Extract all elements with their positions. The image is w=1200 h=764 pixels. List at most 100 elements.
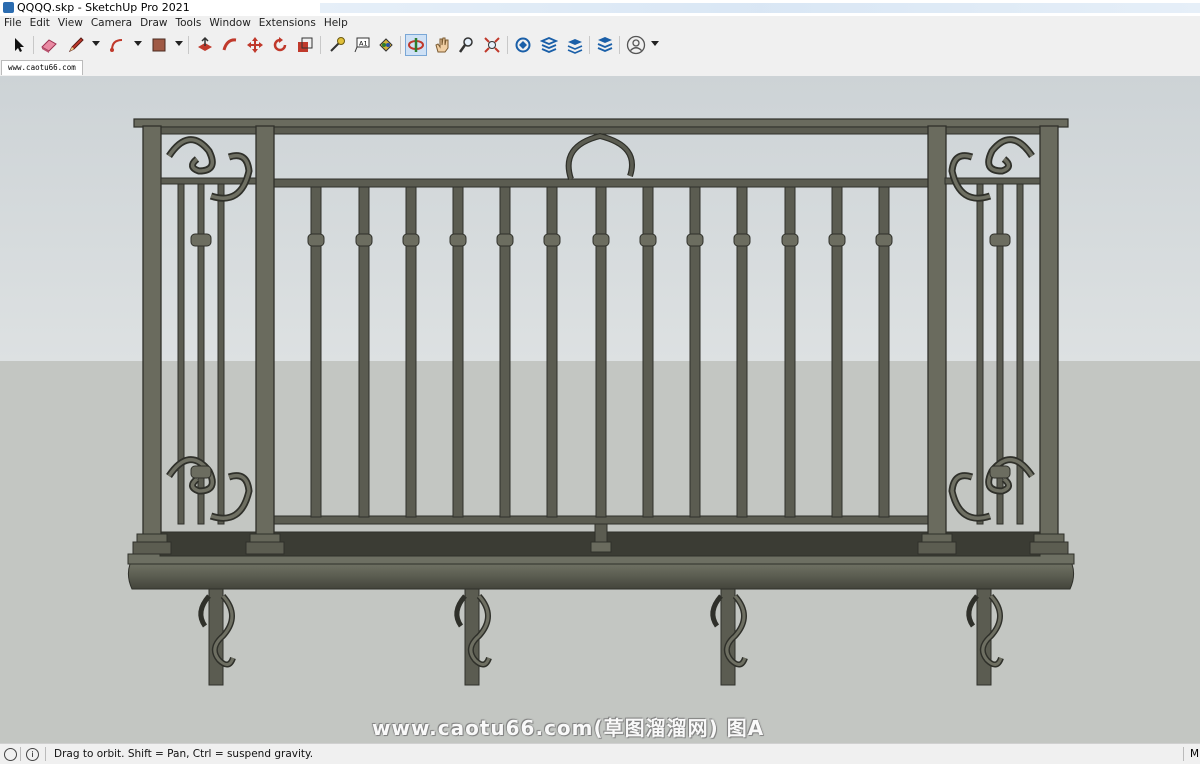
- layout-button[interactable]: [564, 34, 586, 56]
- rectangle-icon: [152, 38, 166, 52]
- balcony-railing-model: [0, 76, 1200, 743]
- extension-manager-button[interactable]: [594, 34, 616, 56]
- baluster-knuckle-4: [449, 233, 467, 247]
- orbit-tool[interactable]: [405, 34, 427, 56]
- baluster-knuckle-12: [828, 233, 846, 247]
- right-outer-post: [1039, 125, 1059, 537]
- left-outer-post-plinth: [132, 541, 172, 555]
- zoom-tool[interactable]: [455, 34, 477, 56]
- push-pull-tool[interactable]: [194, 34, 216, 56]
- toolbar: A1: [0, 31, 1200, 60]
- baluster-knuckle-3: [402, 233, 420, 247]
- menu-extensions[interactable]: Extensions: [255, 16, 320, 30]
- middle-rail: [271, 178, 931, 188]
- right-side-panel-bar-a: [1016, 183, 1024, 525]
- watermark-text: www.caotu66.com(草图溜溜网) 图A: [372, 716, 765, 740]
- select-tool[interactable]: [8, 34, 30, 56]
- follow-me-tool[interactable]: [219, 34, 241, 56]
- rectangle-tool-dropdown[interactable]: [175, 41, 183, 46]
- baluster-knuckle-13: [875, 233, 893, 247]
- account-button[interactable]: [625, 34, 647, 56]
- user-account-icon: [626, 35, 646, 55]
- line-tool-dropdown[interactable]: [92, 41, 100, 46]
- baluster-knuckle-10: [733, 233, 751, 247]
- model-viewport[interactable]: [0, 76, 1200, 743]
- baluster-knuckle-1: [307, 233, 325, 247]
- menu-tools[interactable]: Tools: [172, 16, 206, 30]
- extension-manager-icon: [597, 37, 613, 52]
- move-tool[interactable]: [244, 34, 266, 56]
- hand-icon: [435, 37, 449, 53]
- paint-bucket-tool[interactable]: [375, 34, 397, 56]
- zoom-extents-icon: [484, 37, 500, 53]
- orbit-icon: [408, 38, 424, 52]
- baluster-knuckle-8: [639, 233, 657, 247]
- text-tool[interactable]: A1: [351, 34, 373, 56]
- baluster-knuckle-11: [781, 233, 799, 247]
- rotate-icon: [273, 37, 287, 52]
- eraser-tool[interactable]: [38, 34, 60, 56]
- warehouse-icon: [515, 37, 531, 53]
- left-side-panel-bar-c: [217, 183, 225, 525]
- menu-camera[interactable]: Camera: [87, 16, 136, 30]
- left-outer-post: [142, 125, 162, 537]
- menu-view[interactable]: View: [54, 16, 87, 30]
- geo-location-icon[interactable]: [4, 748, 17, 761]
- scale-icon: [298, 37, 313, 52]
- account-dropdown[interactable]: [651, 41, 659, 46]
- tape-measure-tool[interactable]: [326, 34, 348, 56]
- status-message: Drag to orbit. Shift = Pan, Ctrl = suspe…: [54, 748, 314, 760]
- status-bar: i Drag to orbit. Shift = Pan, Ctrl = sus…: [0, 743, 1200, 764]
- 3d-warehouse-button[interactable]: [512, 34, 534, 56]
- scene-tab[interactable]: www.caotu66.com: [1, 60, 83, 75]
- text-icon: A1: [354, 37, 370, 53]
- pan-tool[interactable]: [431, 34, 453, 56]
- right-inner-post: [927, 125, 947, 537]
- follow-me-icon: [222, 38, 237, 51]
- layout-icon: [567, 39, 583, 54]
- baluster-knuckle-7: [592, 233, 610, 247]
- left-side-panel-bar-a: [177, 183, 185, 525]
- zoom-extents-tool[interactable]: [481, 34, 503, 56]
- baluster-knuckle-9: [686, 233, 704, 247]
- magnifier-icon: [458, 37, 473, 53]
- menu-help[interactable]: Help: [320, 16, 352, 30]
- move-icon: [247, 37, 263, 53]
- extension-warehouse-button[interactable]: [538, 34, 560, 56]
- measurements-label: M: [1190, 748, 1200, 760]
- title-bar: QQQQ.skp - SketchUp Pro 2021: [0, 0, 1200, 16]
- right-side-panel-knuckle: [989, 233, 1011, 247]
- line-tool[interactable]: [65, 34, 87, 56]
- tape-measure-icon: [330, 37, 345, 52]
- pencil-icon: [68, 37, 84, 53]
- window-title: QQQQ.skp - SketchUp Pro 2021: [17, 1, 190, 14]
- scene-tab-bar: www.caotu66.com: [0, 59, 1200, 76]
- rotate-tool[interactable]: [269, 34, 291, 56]
- left-side-panel-knuckle: [190, 233, 212, 247]
- baluster-knuckle-2: [355, 233, 373, 247]
- right-outer-post-plinth: [1029, 541, 1069, 555]
- left-inner-post-plinth: [245, 541, 285, 555]
- menu-draw[interactable]: Draw: [136, 16, 171, 30]
- menu-edit[interactable]: Edit: [26, 16, 54, 30]
- right-side-panel-bar-c: [976, 183, 984, 525]
- eraser-icon: [41, 39, 57, 53]
- svg-text:A1: A1: [359, 40, 368, 48]
- extension-icon: [540, 37, 558, 53]
- arrow-cursor-icon: [15, 38, 24, 52]
- arc-icon: [110, 39, 123, 52]
- arc-tool[interactable]: [107, 34, 129, 56]
- menu-window[interactable]: Window: [205, 16, 254, 30]
- menu-file[interactable]: File: [0, 16, 26, 30]
- menu-bar: File Edit View Camera Draw Tools Window Extensi…: [0, 16, 1200, 31]
- push-pull-icon: [198, 36, 212, 51]
- arc-tool-dropdown[interactable]: [134, 41, 142, 46]
- scale-tool[interactable]: [294, 34, 316, 56]
- sketchup-app-icon: [3, 2, 14, 13]
- instructor-info-icon[interactable]: i: [26, 748, 39, 761]
- blurred-browser-tabs: [320, 3, 1200, 13]
- baluster-knuckle-6: [543, 233, 561, 247]
- paint-bucket-icon: [379, 38, 393, 52]
- baluster-knuckle-5: [496, 233, 514, 247]
- rectangle-tool[interactable]: [148, 34, 170, 56]
